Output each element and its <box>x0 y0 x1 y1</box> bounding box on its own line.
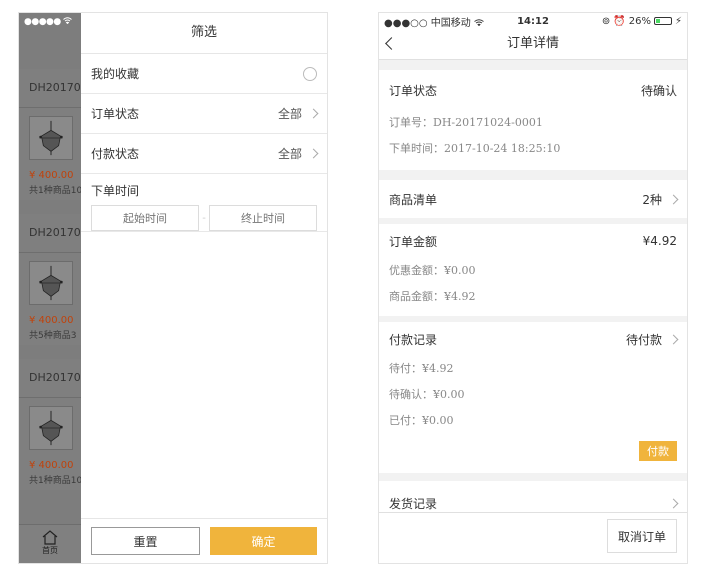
favorites-label: 我的收藏 <box>91 67 140 81</box>
shipping-record-label: 发货记录 <box>389 496 438 511</box>
order-number: DH201706 <box>19 359 81 398</box>
payment-status-label: 付款状态 <box>91 147 140 161</box>
cancel-order-button[interactable]: 取消订单 <box>606 519 677 553</box>
payment-record-label: 付款记录 <box>389 332 438 347</box>
wifi-icon <box>63 17 72 25</box>
to-confirm-label: 待确认： <box>389 388 433 401</box>
order-info-section: 订单状态 待确认 订单号：DH-20171024-0001 下单时间：2017-… <box>379 70 687 170</box>
order-time-filter: 下单时间 - <box>81 174 327 232</box>
order-price: ¥ 400.00 <box>29 170 74 181</box>
amount-section: 订单金额 ¥4.92 优惠金额：¥0.00 商品金额：¥4.92 <box>379 224 687 316</box>
order-status-label: 订单状态 <box>389 83 438 98</box>
wifi-icon <box>474 18 484 26</box>
order-item-count: 共1种商品10 <box>29 186 81 196</box>
paid-label: 已付： <box>389 414 422 427</box>
chandelier-thumbnail <box>29 406 73 450</box>
order-price: ¥ 400.00 <box>29 315 74 326</box>
rotation-lock-icon: ⊚ <box>601 15 611 27</box>
order-card[interactable]: DH201706 ¥ 400.00 共1种商品10 <box>19 359 81 490</box>
order-list-dimmed: ●●●●● DH201706 ¥ 400.00 共1种商品10 DH201706… <box>19 13 81 563</box>
payment-status-value: 待付款 <box>625 332 662 347</box>
carrier-label: ●●●○○ 中国移动 <box>384 17 471 29</box>
order-status-label: 订单状态 <box>91 107 140 121</box>
to-confirm-value: ¥0.00 <box>433 388 465 401</box>
order-status-value: 全部 <box>277 107 302 121</box>
drawer-title: 筛选 <box>81 13 327 54</box>
order-number: DH201706 <box>19 214 81 253</box>
status-bar: ●●●●● <box>19 13 81 31</box>
payment-status-filter[interactable]: 付款状态 全部 <box>81 134 327 174</box>
payment-record-row[interactable]: 付款记录 待付款 <box>389 322 679 356</box>
payment-section: 付款记录 待付款 待付：¥4.92 待确认：¥0.00 已付：¥0.00 付款 <box>379 322 687 473</box>
tab-home[interactable]: 首页 <box>19 524 81 563</box>
drawer-footer: 重置 确定 <box>81 518 327 563</box>
battery-percent: 26% <box>628 15 651 27</box>
tab-home-label: 首页 <box>42 546 58 555</box>
chevron-right-icon <box>668 498 679 508</box>
chandelier-thumbnail <box>29 261 73 305</box>
nav-bar: 订单详情 <box>379 29 687 60</box>
back-icon[interactable] <box>385 37 398 50</box>
order-no-value: DH-20171024-0001 <box>433 116 543 129</box>
chevron-right-icon <box>668 194 679 204</box>
chevron-right-icon <box>308 148 319 159</box>
status-bar: ●●●○○ 中国移动 14:12 ⊚ ⏰ 26% ⚡ <box>379 13 687 29</box>
filter-drawer: 筛选 我的收藏 订单状态 全部 付款状态 全部 下单时间 - 重置 确定 <box>81 13 327 563</box>
goods-list-label: 商品清单 <box>389 192 438 207</box>
chevron-right-icon <box>308 108 319 119</box>
range-separator: - <box>202 212 206 224</box>
order-detail-screen: ●●●○○ 中国移动 14:12 ⊚ ⏰ 26% ⚡ 订单详情 订单状态 待确认… <box>378 12 688 564</box>
order-no-label: 订单号： <box>389 116 433 129</box>
order-time-value: 2017-10-24 18:25:10 <box>444 142 561 155</box>
payment-status-value: 全部 <box>277 147 302 161</box>
alarm-icon: ⏰ <box>613 15 626 27</box>
order-card[interactable]: DH201706 ¥ 400.00 共5种商品3 <box>19 214 81 345</box>
favorites-radio[interactable] <box>303 66 317 81</box>
order-amount-value: ¥4.92 <box>642 234 677 248</box>
goods-amount-label: 商品金额： <box>389 290 444 303</box>
page-title: 订单详情 <box>506 36 559 51</box>
filter-screen: ●●●●● DH201706 ¥ 400.00 共1种商品10 DH201706… <box>18 12 328 564</box>
to-pay-value: ¥4.92 <box>422 362 454 375</box>
discount-label: 优惠金额： <box>389 264 444 277</box>
chandelier-thumbnail <box>29 116 73 160</box>
battery-icon <box>653 17 672 25</box>
confirm-button[interactable]: 确定 <box>210 527 317 555</box>
order-item-count: 共5种商品3 <box>29 331 77 341</box>
to-pay-label: 待付： <box>389 362 422 375</box>
charging-icon: ⚡ <box>674 15 682 27</box>
favorites-filter[interactable]: 我的收藏 <box>81 54 327 94</box>
order-time-label: 下单时间 <box>91 184 140 198</box>
order-status-value: 待确认 <box>640 83 677 98</box>
order-time-label: 下单时间： <box>389 142 444 155</box>
status-right: ⊚ ⏰ 26% ⚡ <box>602 16 682 27</box>
order-card[interactable]: DH201706 ¥ 400.00 共1种商品10 <box>19 69 81 200</box>
order-status-filter[interactable]: 订单状态 全部 <box>81 94 327 134</box>
bottom-action-bar: 取消订单 <box>379 512 687 563</box>
chevron-right-icon <box>668 334 679 344</box>
order-price: ¥ 400.00 <box>29 460 74 471</box>
signal-indicator: ●●●●● <box>24 17 64 27</box>
pay-button[interactable]: 付款 <box>639 441 677 461</box>
order-amount-label: 订单金额 <box>389 234 438 249</box>
paid-value: ¥0.00 <box>422 414 454 427</box>
goods-list-count: 2种 <box>642 192 662 207</box>
carrier: ●●●○○ 中国移动 <box>384 14 602 29</box>
order-item-count: 共1种商品10 <box>29 476 81 486</box>
goods-amount-value: ¥4.92 <box>444 290 476 303</box>
goods-list-row[interactable]: 商品清单 2种 <box>379 180 687 218</box>
order-number: DH201706 <box>19 69 81 108</box>
discount-value: ¥0.00 <box>444 264 476 277</box>
end-time-input[interactable] <box>209 205 317 231</box>
start-time-input[interactable] <box>91 205 199 231</box>
reset-button[interactable]: 重置 <box>91 527 200 555</box>
home-icon <box>42 530 58 545</box>
